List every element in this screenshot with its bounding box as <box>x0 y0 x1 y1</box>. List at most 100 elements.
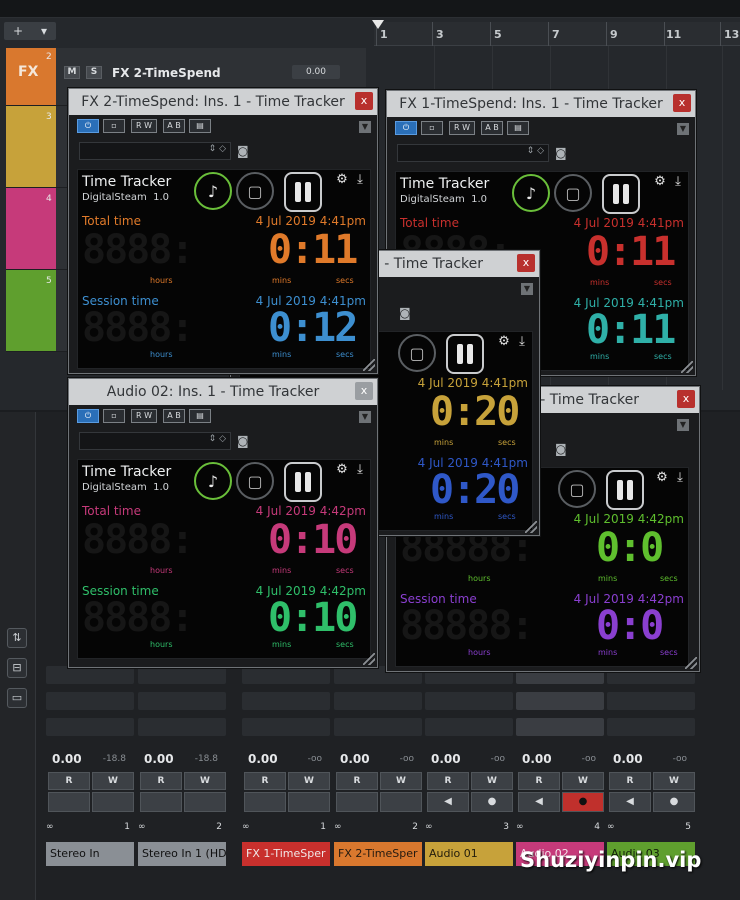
speaker-icon[interactable]: ♪ <box>512 174 550 212</box>
resize-handle[interactable] <box>681 361 693 373</box>
pause-button[interactable] <box>284 172 322 212</box>
plugin-menu-button[interactable]: ▼ <box>677 419 689 431</box>
plugin-window-fx2[interactable]: FX 2-TimeSpend: Ins. 1 - Time Tracker x … <box>68 88 378 374</box>
write-button[interactable]: W <box>92 772 134 790</box>
channel-button[interactable] <box>184 792 226 812</box>
mixer-channel-4[interactable]: 0.00 -oo R W ∞ 2 <box>334 660 422 840</box>
channel-volume[interactable]: 0.00 <box>144 752 174 766</box>
channel-volume[interactable]: 0.00 <box>431 752 461 766</box>
preset-field[interactable]: ⇕ ◇ <box>397 144 549 162</box>
resize-handle[interactable] <box>685 657 697 669</box>
camera-icon[interactable]: ◙ <box>237 144 249 158</box>
plugin-window-audio2[interactable]: Audio 02: Ins. 1 - Time Tracker x ⏻ ▫ R … <box>68 378 378 668</box>
speaker-icon[interactable]: ♪ <box>194 462 232 500</box>
preset-field[interactable]: ⇕ ◇ <box>79 142 231 160</box>
preset-list-button[interactable]: ▤ <box>189 119 211 133</box>
record-button[interactable]: ● <box>562 792 604 812</box>
power-icon[interactable]: ⏻ <box>77 119 99 133</box>
download-icon[interactable]: ⤓ <box>352 172 368 188</box>
mute-button[interactable]: M <box>64 66 80 79</box>
plugin-menu-button[interactable]: ▼ <box>677 123 689 135</box>
channel-volume[interactable]: 0.00 <box>52 752 82 766</box>
channel-button[interactable] <box>244 792 286 812</box>
channel-button[interactable] <box>288 792 330 812</box>
channel-volume[interactable]: 0.00 <box>340 752 370 766</box>
bypass-button[interactable]: ▫ <box>103 409 125 423</box>
read-write-button[interactable]: R W <box>131 409 157 423</box>
mouse-icon[interactable]: ▢ <box>236 462 274 500</box>
mixer-channel-7[interactable]: 0.00 -oo R W ◀ ● ∞ 5 <box>607 660 695 840</box>
solo-button[interactable]: S <box>86 66 102 79</box>
settings-icon[interactable]: ⚙ <box>334 172 350 188</box>
channel-button[interactable] <box>336 792 378 812</box>
channel-button[interactable] <box>140 792 182 812</box>
pause-button[interactable] <box>446 334 484 374</box>
mixer-channel-2[interactable]: 0.00 -18.8 R W ∞ 2 <box>138 660 226 840</box>
ab-compare-button[interactable]: A B <box>481 121 503 135</box>
camera-icon[interactable]: ◙ <box>555 442 567 456</box>
monitor-button[interactable]: ◀ <box>518 792 560 812</box>
channel-name[interactable]: Audio 01 <box>425 842 513 866</box>
playhead-marker[interactable] <box>372 20 384 29</box>
routing-icon[interactable]: ⊟ <box>7 658 27 678</box>
channel-button[interactable] <box>92 792 134 812</box>
mixer-channel-6[interactable]: 0.00 -oo R W ◀ ● ∞ 4 <box>516 660 604 840</box>
read-button[interactable]: R <box>427 772 469 790</box>
mixer-channel-1[interactable]: 0.00 -18.8 R W ∞ 1 <box>46 660 134 840</box>
channel-volume[interactable]: 0.00 <box>522 752 552 766</box>
settings-icon[interactable]: ⚙ <box>652 174 668 190</box>
mouse-icon[interactable]: ▢ <box>236 172 274 210</box>
plugin-title-bar[interactable]: Audio 02: Ins. 1 - Time Tracker <box>69 379 377 405</box>
read-button[interactable]: R <box>609 772 651 790</box>
preset-list-button[interactable]: ▤ <box>507 121 529 135</box>
close-button[interactable]: x <box>673 94 691 112</box>
ab-compare-button[interactable]: A B <box>163 119 185 133</box>
download-icon[interactable]: ⤓ <box>352 462 368 478</box>
channel-name[interactable]: Stereo In <box>46 842 134 866</box>
camera-icon[interactable]: ◙ <box>555 146 567 160</box>
preset-field[interactable]: ⇕ ◇ <box>79 432 231 450</box>
settings-icon[interactable]: ⚙ <box>334 462 350 478</box>
preset-arrows-icon[interactable]: ⇕ ◇ <box>527 146 544 156</box>
read-button[interactable]: R <box>336 772 378 790</box>
power-icon[interactable]: ⏻ <box>395 121 417 135</box>
power-icon[interactable]: ⏻ <box>77 409 99 423</box>
add-icon[interactable]: + <box>13 24 23 38</box>
preset-arrows-icon[interactable]: ⇕ ◇ <box>209 434 226 444</box>
preset-list-button[interactable]: ▤ <box>189 409 211 423</box>
mouse-icon[interactable]: ▢ <box>558 470 596 508</box>
read-button[interactable]: R <box>140 772 182 790</box>
plugin-title-bar[interactable]: FX 2-TimeSpend: Ins. 1 - Time Tracker <box>69 89 377 115</box>
timeline-ruler[interactable]: 1 3 5 7 9 11 13 <box>374 22 740 46</box>
mouse-icon[interactable]: ▢ <box>554 174 592 212</box>
close-button[interactable]: x <box>677 390 695 408</box>
pause-button[interactable] <box>602 174 640 214</box>
channel-button[interactable] <box>380 792 422 812</box>
write-button[interactable]: W <box>380 772 422 790</box>
preset-arrows-icon[interactable]: ⇕ ◇ <box>209 144 226 154</box>
read-write-button[interactable]: R W <box>131 119 157 133</box>
ab-compare-button[interactable]: A B <box>163 409 185 423</box>
download-icon[interactable]: ⤓ <box>514 334 530 350</box>
plugin-menu-button[interactable]: ▼ <box>359 121 371 133</box>
settings-icon[interactable]: ⚙ <box>496 334 512 350</box>
monitor-icon[interactable]: ▭ <box>7 688 27 708</box>
write-button[interactable]: W <box>288 772 330 790</box>
record-button[interactable]: ● <box>471 792 513 812</box>
read-button[interactable]: R <box>518 772 560 790</box>
settings-icon[interactable]: ⚙ <box>654 470 670 486</box>
channel-volume[interactable]: 0.00 <box>613 752 643 766</box>
close-button[interactable]: x <box>355 382 373 400</box>
camera-icon[interactable]: ◙ <box>399 306 411 320</box>
bypass-button[interactable]: ▫ <box>421 121 443 135</box>
close-button[interactable]: x <box>517 254 535 272</box>
plugin-menu-button[interactable]: ▼ <box>359 411 371 423</box>
mixer-channel-5[interactable]: 0.00 -oo R W ◀ ● ∞ 3 <box>425 660 513 840</box>
add-track-control[interactable]: + ▾ <box>4 22 56 40</box>
mouse-icon[interactable]: ▢ <box>398 334 436 372</box>
record-button[interactable]: ● <box>653 792 695 812</box>
read-button[interactable]: R <box>244 772 286 790</box>
write-button[interactable]: W <box>653 772 695 790</box>
track-volume-value[interactable]: 0.00 <box>292 65 340 79</box>
monitor-button[interactable]: ◀ <box>427 792 469 812</box>
